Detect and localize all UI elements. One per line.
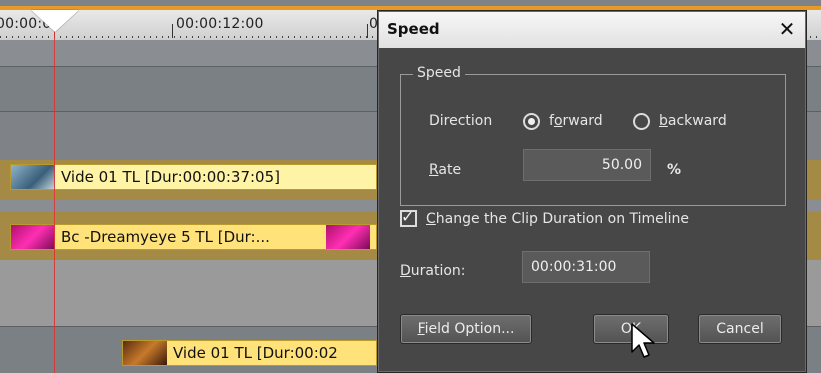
clip-label: Bc -Dreamyeye 5 TL [Dur:... — [61, 228, 270, 246]
clip-thumbnail — [11, 165, 55, 189]
timeline-clip[interactable]: Vide 01 TL [Dur:00:02 — [122, 340, 377, 366]
label-part: ield Option... — [424, 321, 515, 337]
rate-unit: % — [667, 162, 682, 178]
timeline-clip[interactable]: Bc -Dreamyeye 5 TL [Dur:... — [10, 224, 377, 250]
label-accesskey: o — [553, 113, 563, 129]
checkmark-icon: ✓ — [401, 207, 415, 226]
label-accesskey: C — [426, 211, 436, 227]
speed-group-box: Speed Direction forward backward Rate 50… — [400, 65, 786, 206]
group-label: Speed — [413, 65, 465, 81]
label-accesskey: b — [659, 113, 668, 129]
forward-radio-label[interactable]: forward — [549, 113, 603, 129]
timeline-clip[interactable]: Vide 01 TL [Dur:00:00:37:05] — [10, 164, 377, 190]
forward-radio[interactable] — [523, 113, 540, 130]
dialog-title: Speed — [387, 20, 440, 38]
field-option-button[interactable]: Field Option... — [400, 314, 532, 344]
label-part: ate — [438, 162, 462, 178]
clip-label: Vide 01 TL [Dur:00:02 — [173, 344, 338, 362]
ruler-timecode: 00:00:12:00 — [176, 16, 264, 32]
mouse-cursor-icon — [631, 323, 655, 358]
label-accesskey: F — [417, 321, 425, 337]
dialog-titlebar[interactable]: Speed ✕ — [379, 12, 805, 48]
clip-thumbnail — [326, 225, 370, 249]
label-part: hange the Clip Duration on Timeline — [435, 211, 690, 227]
close-icon[interactable]: ✕ — [775, 18, 799, 42]
clip-thumbnail — [123, 341, 167, 365]
playhead-marker-icon[interactable] — [31, 10, 79, 32]
rate-input[interactable]: 50.00 — [523, 149, 651, 181]
rate-label: Rate — [429, 162, 461, 178]
change-duration-label[interactable]: Change the Clip Duration on Timeline — [426, 211, 689, 227]
label-accesskey: R — [429, 162, 439, 178]
backward-radio[interactable] — [633, 113, 650, 130]
label-part: ackward — [667, 113, 727, 129]
cancel-button[interactable]: Cancel — [698, 314, 782, 344]
speed-dialog: Speed ✕ Speed Direction forward backward… — [377, 10, 807, 373]
playhead-line[interactable] — [54, 30, 55, 373]
radio-selected-dot — [528, 118, 535, 125]
ruler-major-tick — [172, 24, 173, 38]
duration-input[interactable]: 00:00:31:00 — [522, 251, 650, 283]
duration-label: Duration: — [400, 263, 466, 279]
change-duration-checkbox[interactable]: ✓ — [400, 207, 417, 227]
label-part: uration: — [410, 263, 466, 279]
clip-thumbnail — [11, 225, 55, 249]
ruler-major-tick — [367, 24, 368, 38]
backward-radio-label[interactable]: backward — [659, 113, 727, 129]
direction-label: Direction — [429, 113, 493, 129]
label-accesskey: D — [400, 263, 411, 279]
label-part: rward — [562, 113, 603, 129]
clip-label: Vide 01 TL [Dur:00:00:37:05] — [61, 168, 280, 186]
